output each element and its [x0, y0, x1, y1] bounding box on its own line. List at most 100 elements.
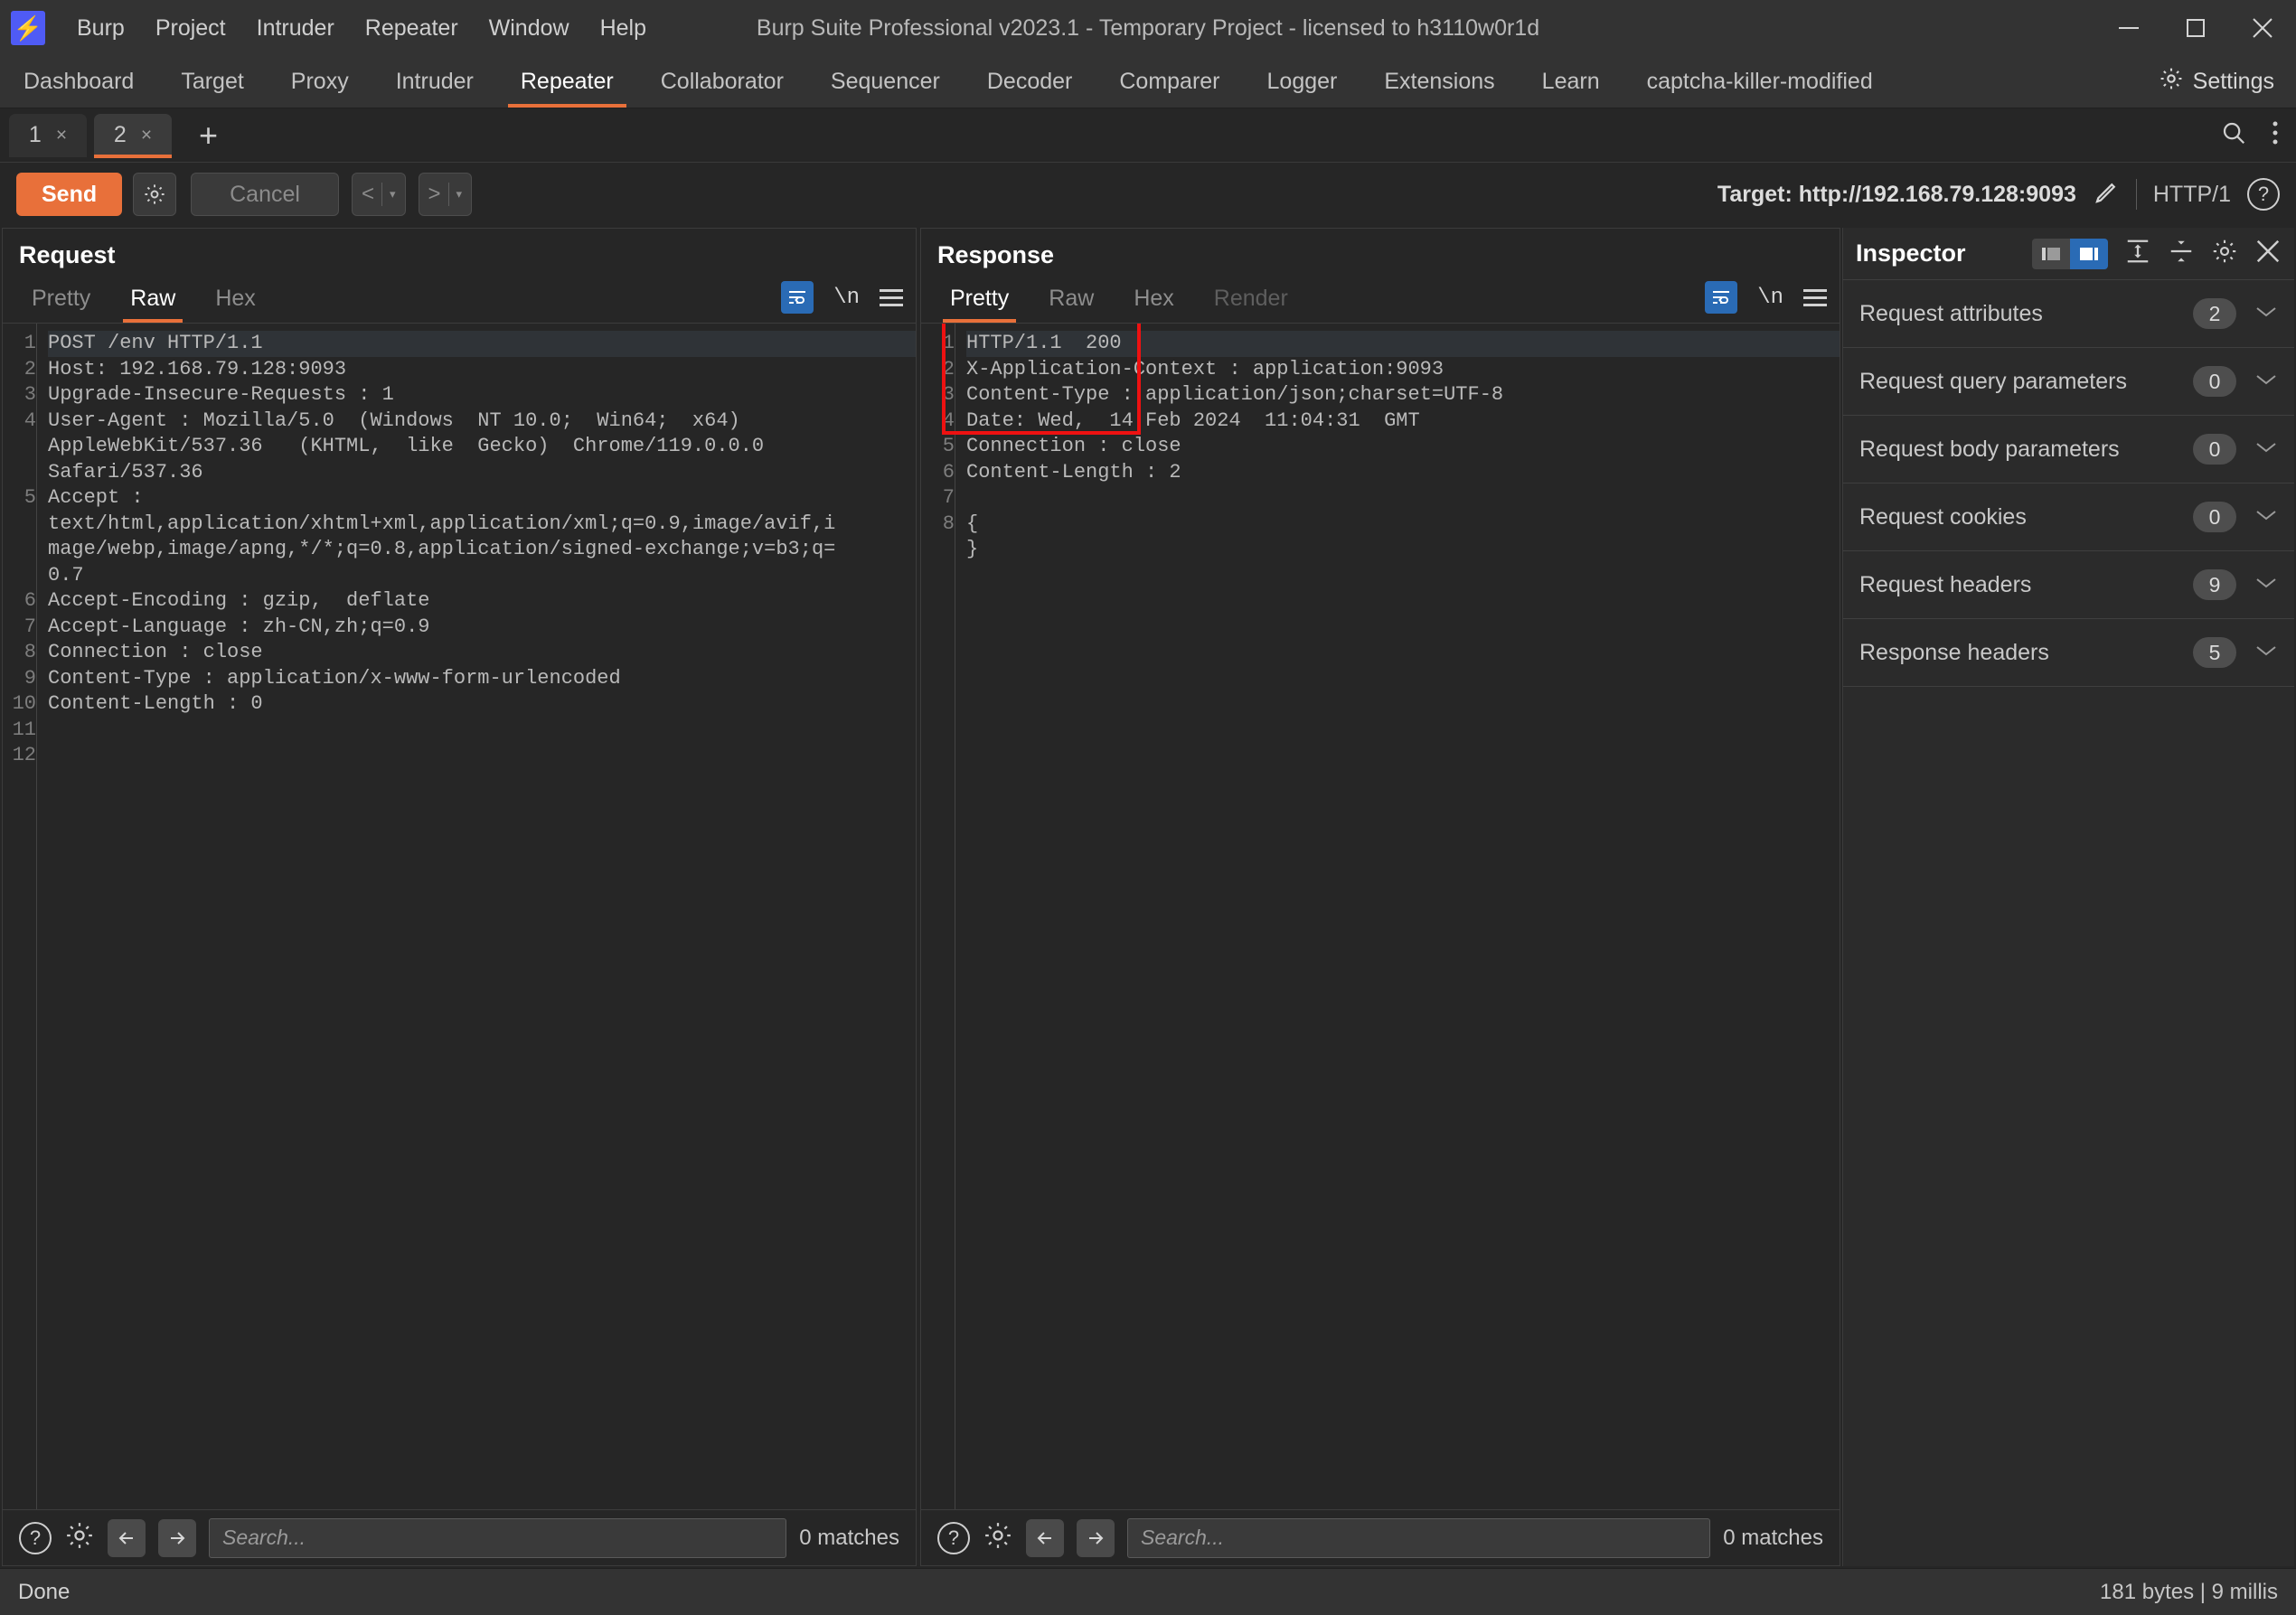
request-editor[interactable]: 1 2 3 4 5 6 7 8 9 10 11 12 POST /env HTT… [3, 324, 916, 1509]
word-wrap-icon[interactable] [781, 281, 814, 314]
hamburger-menu-icon[interactable] [880, 288, 903, 306]
close-button[interactable] [2229, 0, 2296, 56]
send-settings-button[interactable] [133, 173, 177, 216]
newline-icon[interactable]: \n [833, 286, 860, 310]
request-tab-raw[interactable]: Raw [110, 286, 195, 323]
repeater-tab-2-close-icon[interactable]: × [141, 125, 152, 146]
tab-intruder[interactable]: Intruder [372, 56, 497, 108]
request-panel-title: Request [19, 241, 116, 268]
chevron-down-icon[interactable] [2254, 439, 2278, 460]
response-line-9: } [966, 538, 979, 560]
inspector-header-actions [2032, 238, 2282, 269]
inspector-row-request-headers[interactable]: Request headers 9 [1843, 551, 2294, 619]
inspector-row-request-cookies[interactable]: Request cookies 0 [1843, 484, 2294, 551]
inspector-row-request-attributes[interactable]: Request attributes 2 [1843, 280, 2294, 348]
inspector-row-response-headers[interactable]: Response headers 5 [1843, 619, 2294, 687]
expand-all-icon[interactable] [2124, 238, 2151, 269]
divider [381, 183, 382, 206]
response-tab-hex[interactable]: Hex [1114, 286, 1193, 323]
response-line-6: Content-Length : 2 [966, 460, 1181, 484]
question-mark-icon[interactable]: ? [19, 1521, 52, 1554]
chevron-down-icon[interactable]: ▾ [456, 187, 463, 202]
newline-icon[interactable]: \n [1757, 286, 1783, 310]
chevron-down-icon[interactable]: ▾ [390, 187, 396, 202]
tab-learn[interactable]: Learn [1519, 56, 1623, 108]
chevron-down-icon[interactable] [2254, 575, 2278, 596]
cancel-button[interactable]: Cancel [191, 173, 339, 216]
dock-left-icon[interactable] [2032, 238, 2070, 269]
tab-collaborator[interactable]: Collaborator [637, 56, 807, 108]
request-tab-pretty[interactable]: Pretty [12, 286, 110, 323]
menu-item-burp[interactable]: Burp [61, 10, 140, 47]
response-panel-title: Response [937, 241, 1055, 268]
inspector-row-request-body-parameters[interactable]: Request body parameters 0 [1843, 416, 2294, 484]
inspector-panel: Inspector Request attributes 2 Request q… [1842, 228, 2294, 1566]
send-button[interactable]: Send [16, 173, 123, 216]
add-repeater-tab-button[interactable]: + [184, 118, 232, 152]
tab-extensions[interactable]: Extensions [1360, 56, 1518, 108]
vertical-dots-icon[interactable] [2271, 119, 2280, 151]
tab-captcha-killer-modified[interactable]: captcha-killer-modified [1623, 56, 1896, 108]
request-line-7: Accept-Language : zh-CN,zh;q=0.9 [48, 615, 430, 638]
repeater-tab-2[interactable]: 2 × [94, 113, 172, 158]
search-prev-button[interactable] [1026, 1518, 1064, 1557]
chevron-down-icon[interactable] [2254, 643, 2278, 663]
request-tab-hex[interactable]: Hex [195, 286, 275, 323]
search-prev-button[interactable] [108, 1518, 146, 1557]
title-bar: ⚡ Burp Project Intruder Repeater Window … [0, 0, 2296, 56]
http-version-label[interactable]: HTTP/1 [2153, 182, 2231, 208]
chevron-down-icon[interactable] [2254, 304, 2278, 324]
request-line-6: Accept-Encoding : gzip, deflate [48, 589, 430, 612]
tab-logger[interactable]: Logger [1244, 56, 1361, 108]
response-tab-raw[interactable]: Raw [1029, 286, 1114, 323]
response-line-4: Date: Wed, 14 Feb 2024 11:04:31 GMT [966, 408, 1420, 432]
inspector-row-count: 0 [2193, 366, 2236, 397]
inspector-row-request-query-parameters[interactable]: Request query parameters 0 [1843, 348, 2294, 416]
gear-icon[interactable] [64, 1520, 95, 1555]
tab-repeater[interactable]: Repeater [497, 56, 637, 108]
chevron-down-icon[interactable] [2254, 507, 2278, 528]
request-search-input[interactable] [209, 1517, 787, 1558]
window-controls [2095, 0, 2296, 56]
menu-item-intruder[interactable]: Intruder [241, 10, 350, 47]
tab-proxy[interactable]: Proxy [268, 56, 372, 108]
response-editor[interactable]: 1 2 3 4 5 6 7 8 HTTP/1.1 200 X-Applicatio… [921, 324, 1840, 1509]
response-tab-pretty[interactable]: Pretty [930, 286, 1029, 323]
gear-icon[interactable] [2211, 238, 2238, 269]
previous-request-button[interactable]: < ▾ [351, 173, 406, 216]
chevron-down-icon[interactable] [2254, 371, 2278, 392]
tab-dashboard[interactable]: Dashboard [0, 56, 157, 108]
tab-decoder[interactable]: Decoder [964, 56, 1096, 108]
repeater-tab-1-close-icon[interactable]: × [56, 125, 67, 146]
response-code-content[interactable]: HTTP/1.1 200 X-Application-Context : appl… [955, 324, 1840, 1509]
word-wrap-icon[interactable] [1705, 281, 1738, 314]
close-icon[interactable] [2254, 238, 2282, 269]
request-code-content[interactable]: POST /env HTTP/1.1 Host: 192.168.79.128:9… [37, 324, 916, 1509]
hamburger-menu-icon[interactable] [1803, 288, 1827, 306]
next-request-button[interactable]: > ▾ [418, 173, 473, 216]
tab-sequencer[interactable]: Sequencer [807, 56, 964, 108]
tab-target[interactable]: Target [157, 56, 267, 108]
inspector-row-count: 0 [2193, 502, 2236, 532]
gear-icon[interactable] [983, 1520, 1013, 1555]
response-tab-render[interactable]: Render [1194, 286, 1308, 323]
dock-right-icon[interactable] [2070, 238, 2108, 269]
search-next-button[interactable] [158, 1518, 196, 1557]
search-next-button[interactable] [1077, 1518, 1115, 1557]
status-bar: Done 181 bytes | 9 millis [0, 1568, 2296, 1615]
menu-item-project[interactable]: Project [140, 10, 241, 47]
question-mark-icon[interactable]: ? [2247, 178, 2280, 211]
repeater-tab-1[interactable]: 1 × [9, 113, 87, 157]
pencil-icon[interactable] [2093, 179, 2120, 211]
menu-item-help[interactable]: Help [585, 10, 662, 47]
menu-item-repeater[interactable]: Repeater [350, 10, 474, 47]
tab-comparer[interactable]: Comparer [1096, 56, 1243, 108]
menu-item-window[interactable]: Window [474, 10, 585, 47]
response-search-input[interactable] [1127, 1517, 1711, 1558]
settings-button[interactable]: Settings [2159, 56, 2274, 108]
minimize-button[interactable] [2095, 0, 2162, 56]
question-mark-icon[interactable]: ? [937, 1521, 970, 1554]
maximize-button[interactable] [2162, 0, 2229, 56]
search-icon[interactable] [2220, 119, 2247, 151]
collapse-all-icon[interactable] [2168, 238, 2195, 269]
